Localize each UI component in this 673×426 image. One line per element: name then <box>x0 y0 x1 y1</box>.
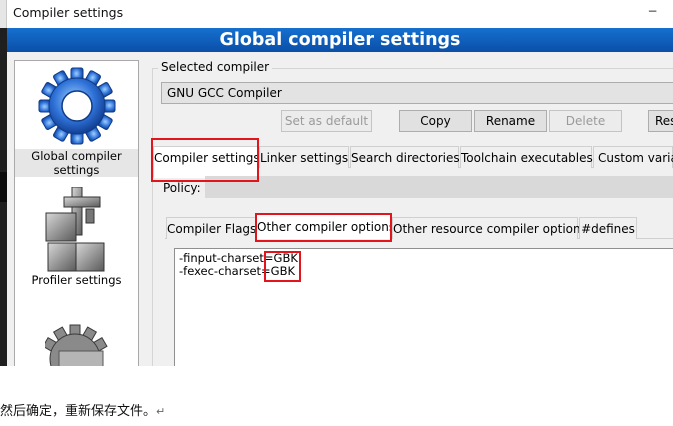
category-global-compiler-settings[interactable]: Global compiler settings <box>15 65 138 177</box>
delete-button[interactable]: Delete <box>549 110 622 132</box>
option-prefix: -fexec-charset= <box>179 264 271 278</box>
compiler-select[interactable]: GNU GCC Compiler <box>161 82 673 104</box>
copy-button[interactable]: Copy <box>399 110 472 132</box>
tab-compiler-flags[interactable]: Compiler Flags <box>166 217 256 239</box>
tab-other-resource-compiler-options[interactable]: Other resource compiler options <box>392 217 587 239</box>
policy-label: Policy: <box>163 181 201 195</box>
selected-compiler-label: Selected compiler <box>158 60 273 74</box>
rename-button[interactable]: Rename <box>474 110 547 132</box>
tab-search-directories[interactable]: Search directories <box>350 146 460 168</box>
category-label: Profiler settings <box>31 273 122 287</box>
caption-text: 然后确定，重新保存文件。↵ <box>0 400 165 419</box>
tab-linker-settings[interactable]: Linker settings <box>259 146 349 168</box>
tab-custom-variables[interactable]: Custom variab <box>593 146 673 168</box>
policy-select[interactable] <box>205 176 673 198</box>
window-title: Compiler settings <box>13 5 124 20</box>
other-options-editor[interactable]: -finput-charset=GBK -fexec-charset=GBK <box>174 248 673 366</box>
reset-button[interactable]: Res <box>648 110 673 132</box>
paragraph-mark: ↵ <box>156 405 166 418</box>
caption: 然后确定，重新保存文件。 <box>0 404 157 419</box>
minimize-button[interactable]: − <box>632 0 673 28</box>
compiler-settings-window: Compiler settings − Global compiler sett… <box>0 0 673 366</box>
tab-toolchain-executables[interactable]: Toolchain executables <box>460 146 593 168</box>
highlight-compiler-settings-tab <box>151 138 259 182</box>
option-prefix: -finput-charset= <box>179 251 274 265</box>
highlight-gbk-values <box>264 251 301 282</box>
tab-defines[interactable]: #defines <box>579 217 637 239</box>
profiler-icon <box>45 187 104 272</box>
category-list: Global compiler settings Profiler settin… <box>14 60 139 366</box>
editor-line: -fexec-charset=GBK <box>179 265 669 278</box>
background-window-edge <box>0 28 7 366</box>
title-bar: Compiler settings − <box>0 0 673 28</box>
background-window-strip <box>0 0 7 28</box>
category-label: Global compiler settings <box>15 149 138 177</box>
gear-icon <box>44 324 108 366</box>
page-title: Global compiler settings <box>7 28 673 52</box>
edge-mark <box>0 172 7 202</box>
highlight-other-compiler-options-tab <box>255 213 392 242</box>
category-other[interactable] <box>15 319 138 366</box>
gear-icon <box>38 67 115 145</box>
category-profiler-settings[interactable]: Profiler settings <box>15 187 138 287</box>
set-as-default-button[interactable]: Set as default <box>281 110 372 132</box>
